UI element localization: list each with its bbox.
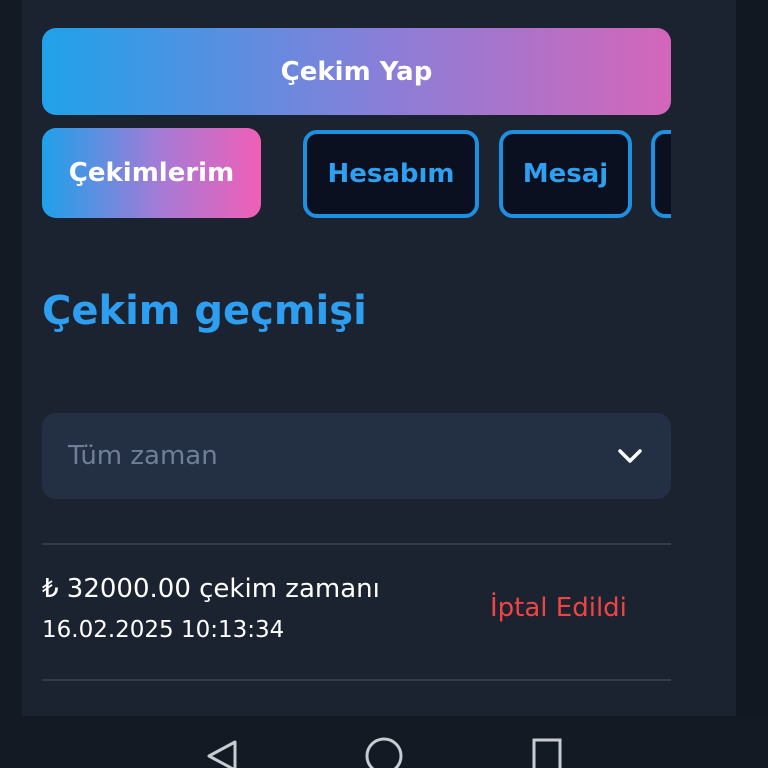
home-icon[interactable] bbox=[359, 722, 409, 768]
withdrawal-summary: ₺ 32000.00 çekim zamanı bbox=[42, 574, 380, 604]
withdrawal-datetime: 16.02.2025 10:13:34 bbox=[42, 617, 285, 643]
list-divider-bottom bbox=[42, 679, 671, 681]
withdraw-button[interactable]: Çekim Yap bbox=[42, 28, 671, 115]
tab-withdrawals[interactable]: Çekimlerim bbox=[42, 128, 261, 218]
date-range-select[interactable]: Tüm zaman bbox=[42, 413, 671, 499]
tab-message[interactable]: Mesaj bbox=[499, 130, 632, 218]
tab-more[interactable]: O bbox=[651, 130, 671, 218]
tab-bar: Çekimlerim Hesabım Mesaj O bbox=[42, 126, 671, 220]
tab-account[interactable]: Hesabım bbox=[303, 130, 479, 218]
recents-icon[interactable] bbox=[522, 722, 572, 768]
page-title: Çekim geçmişi bbox=[42, 288, 367, 334]
date-range-value: Tüm zaman bbox=[68, 441, 218, 471]
page-gutter bbox=[736, 0, 768, 716]
status-badge: İptal Edildi bbox=[490, 593, 627, 623]
list-divider-top bbox=[42, 543, 671, 545]
chevron-down-icon bbox=[615, 441, 645, 471]
back-icon[interactable] bbox=[196, 722, 246, 768]
